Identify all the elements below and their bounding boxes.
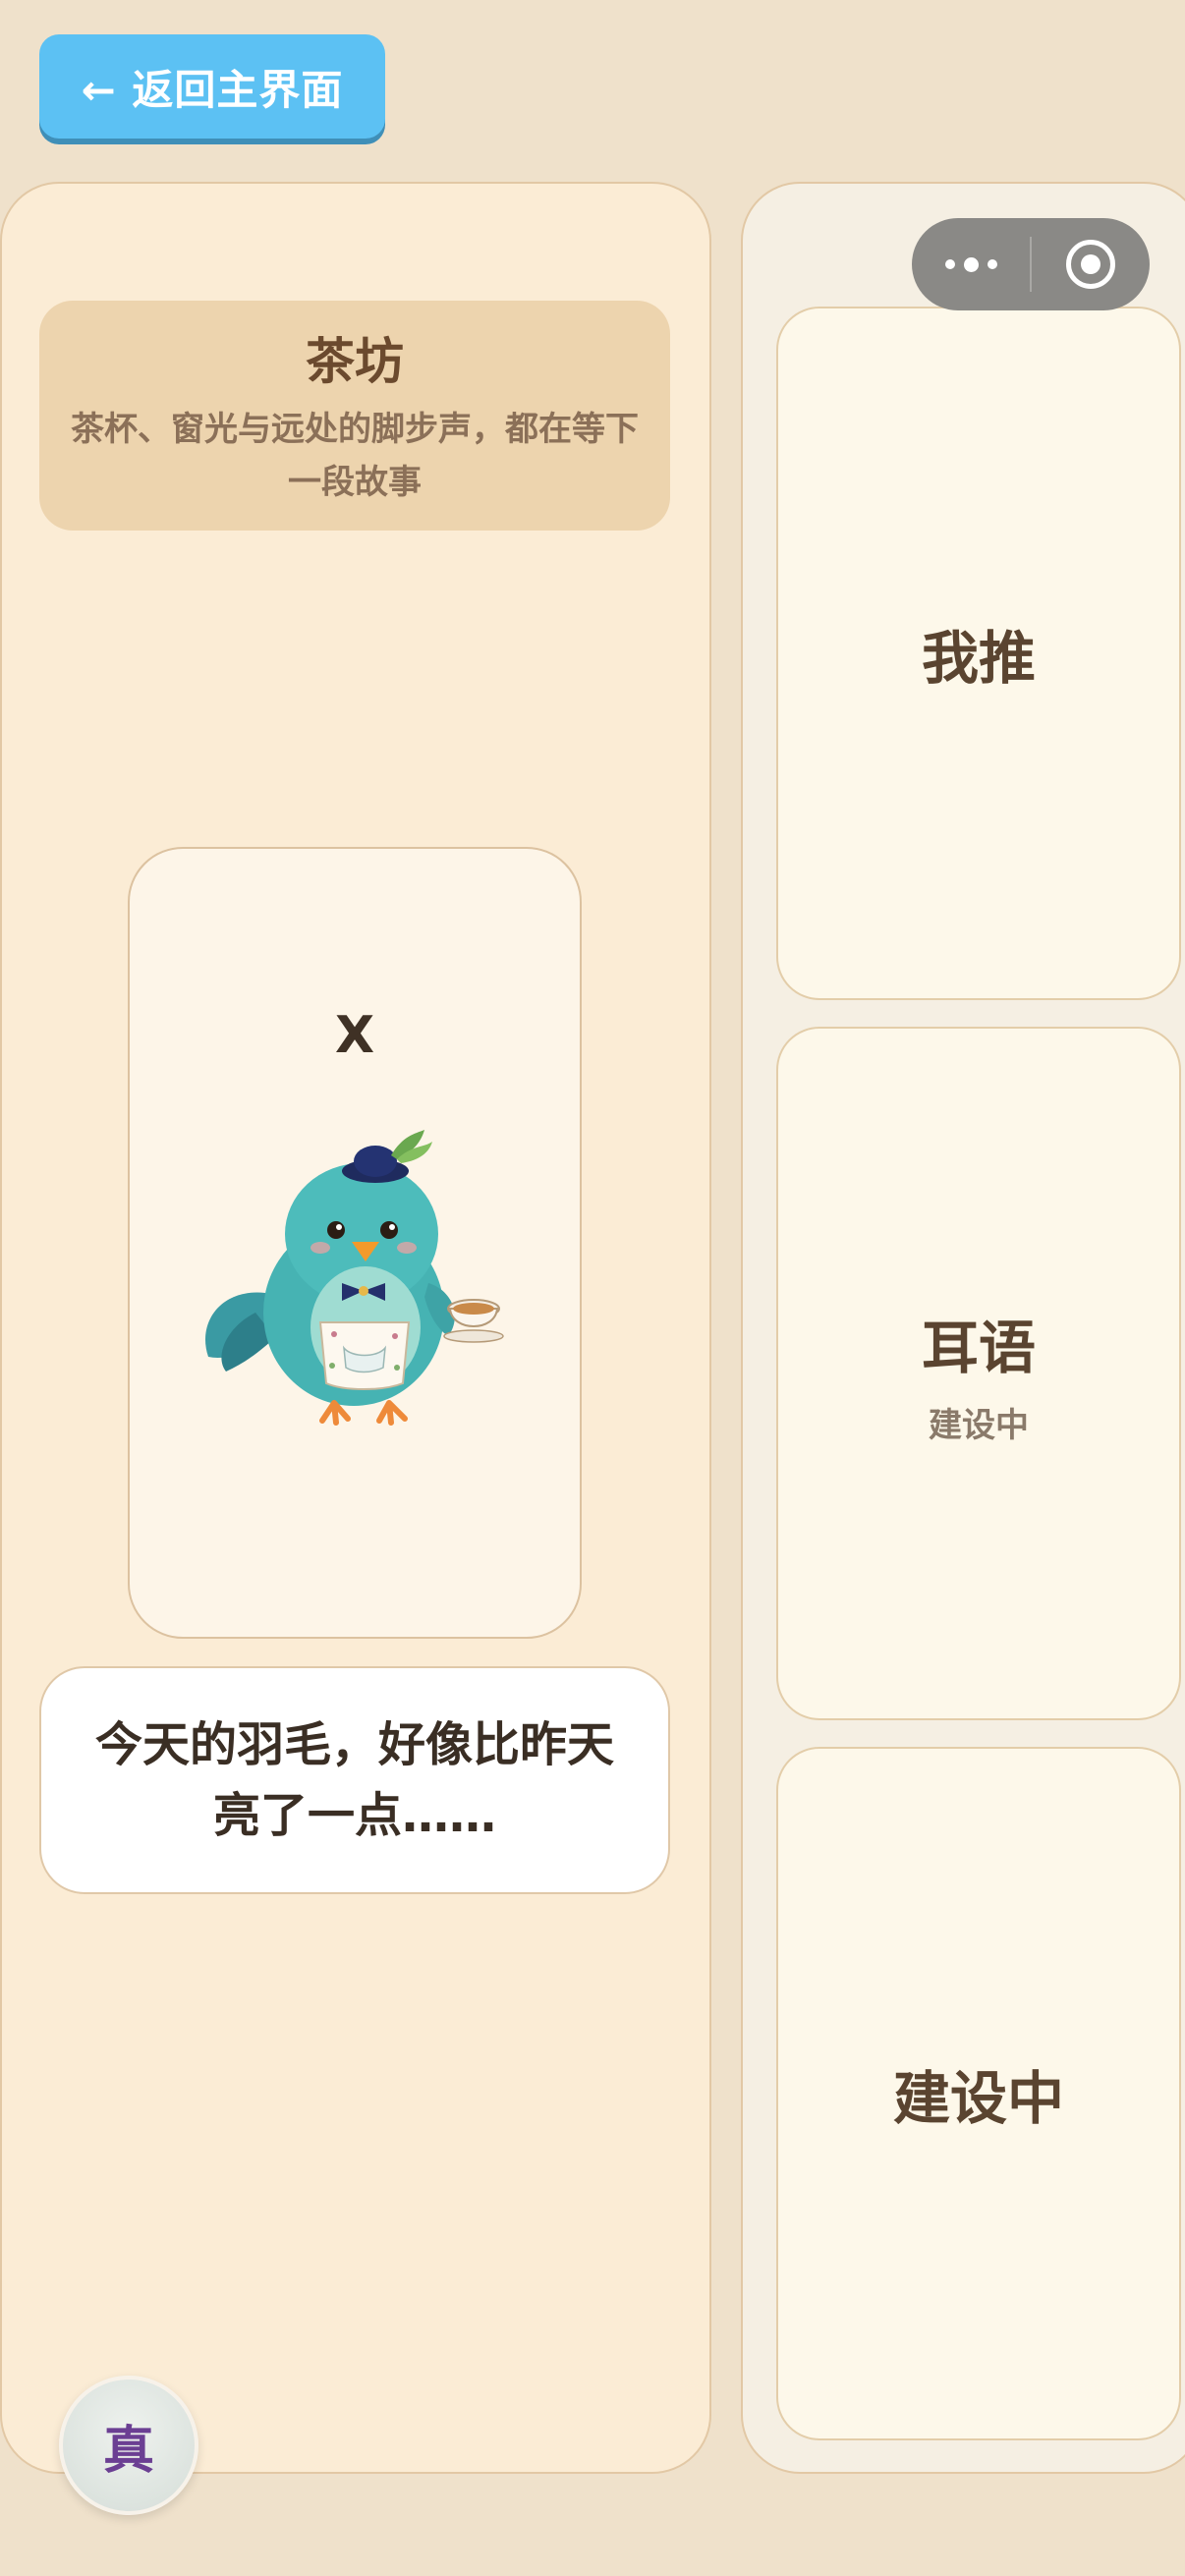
menu-card-label: 建设中 [892,2065,1064,2132]
speech-line2: 亮了一点…… [212,1788,496,1843]
more-options-icon[interactable] [912,218,1030,310]
character-card[interactable]: X [128,847,582,1639]
back-button-label: ← 返回主界面 [81,65,344,114]
close-miniprogram-icon[interactable] [1032,218,1150,310]
menu-card-under-construction[interactable]: 建设中 [776,1747,1181,2440]
miniprogram-capsule [912,218,1150,310]
tea-shop-subtitle: 茶杯、窗光与远处的脚步声，都在等下 一段故事 [71,403,639,509]
menu-card-whisper[interactable]: 耳语 建设中 [776,1027,1181,1720]
back-to-main-button[interactable]: ← 返回主界面 [39,34,385,139]
tea-shop-subtitle-line2: 一段故事 [288,463,422,502]
tea-shop-screen: ← 返回主界面 茶坊 茶杯、窗光与远处的脚步声，都在等下 一段故事 X 今天的羽… [0,0,1185,2576]
truth-button[interactable]: 真 [59,2376,198,2515]
menu-card-wotui[interactable]: 我推 [776,307,1181,1000]
tea-shop-title: 茶坊 [306,333,404,390]
teal-bird-mascot-illustration [205,1130,504,1426]
speech-line1: 今天的羽毛，好像比昨天 [94,1717,614,1772]
menu-card-label: 我推 [921,625,1036,692]
character-name: X [334,1006,375,1065]
speech-text: 今天的羽毛，好像比昨天 亮了一点…… [95,1709,614,1851]
tea-shop-header: 茶坊 茶杯、窗光与远处的脚步声，都在等下 一段故事 [39,301,670,531]
truth-button-label: 真 [102,2421,154,2481]
menu-card-status: 建设中 [929,1405,1029,1445]
menu-card-label: 耳语 [921,1314,1036,1381]
character-speech-bubble[interactable]: 今天的羽毛，好像比昨天 亮了一点…… [39,1666,670,1894]
tea-shop-subtitle-line1: 茶杯、窗光与远处的脚步声，都在等下 [71,410,639,449]
